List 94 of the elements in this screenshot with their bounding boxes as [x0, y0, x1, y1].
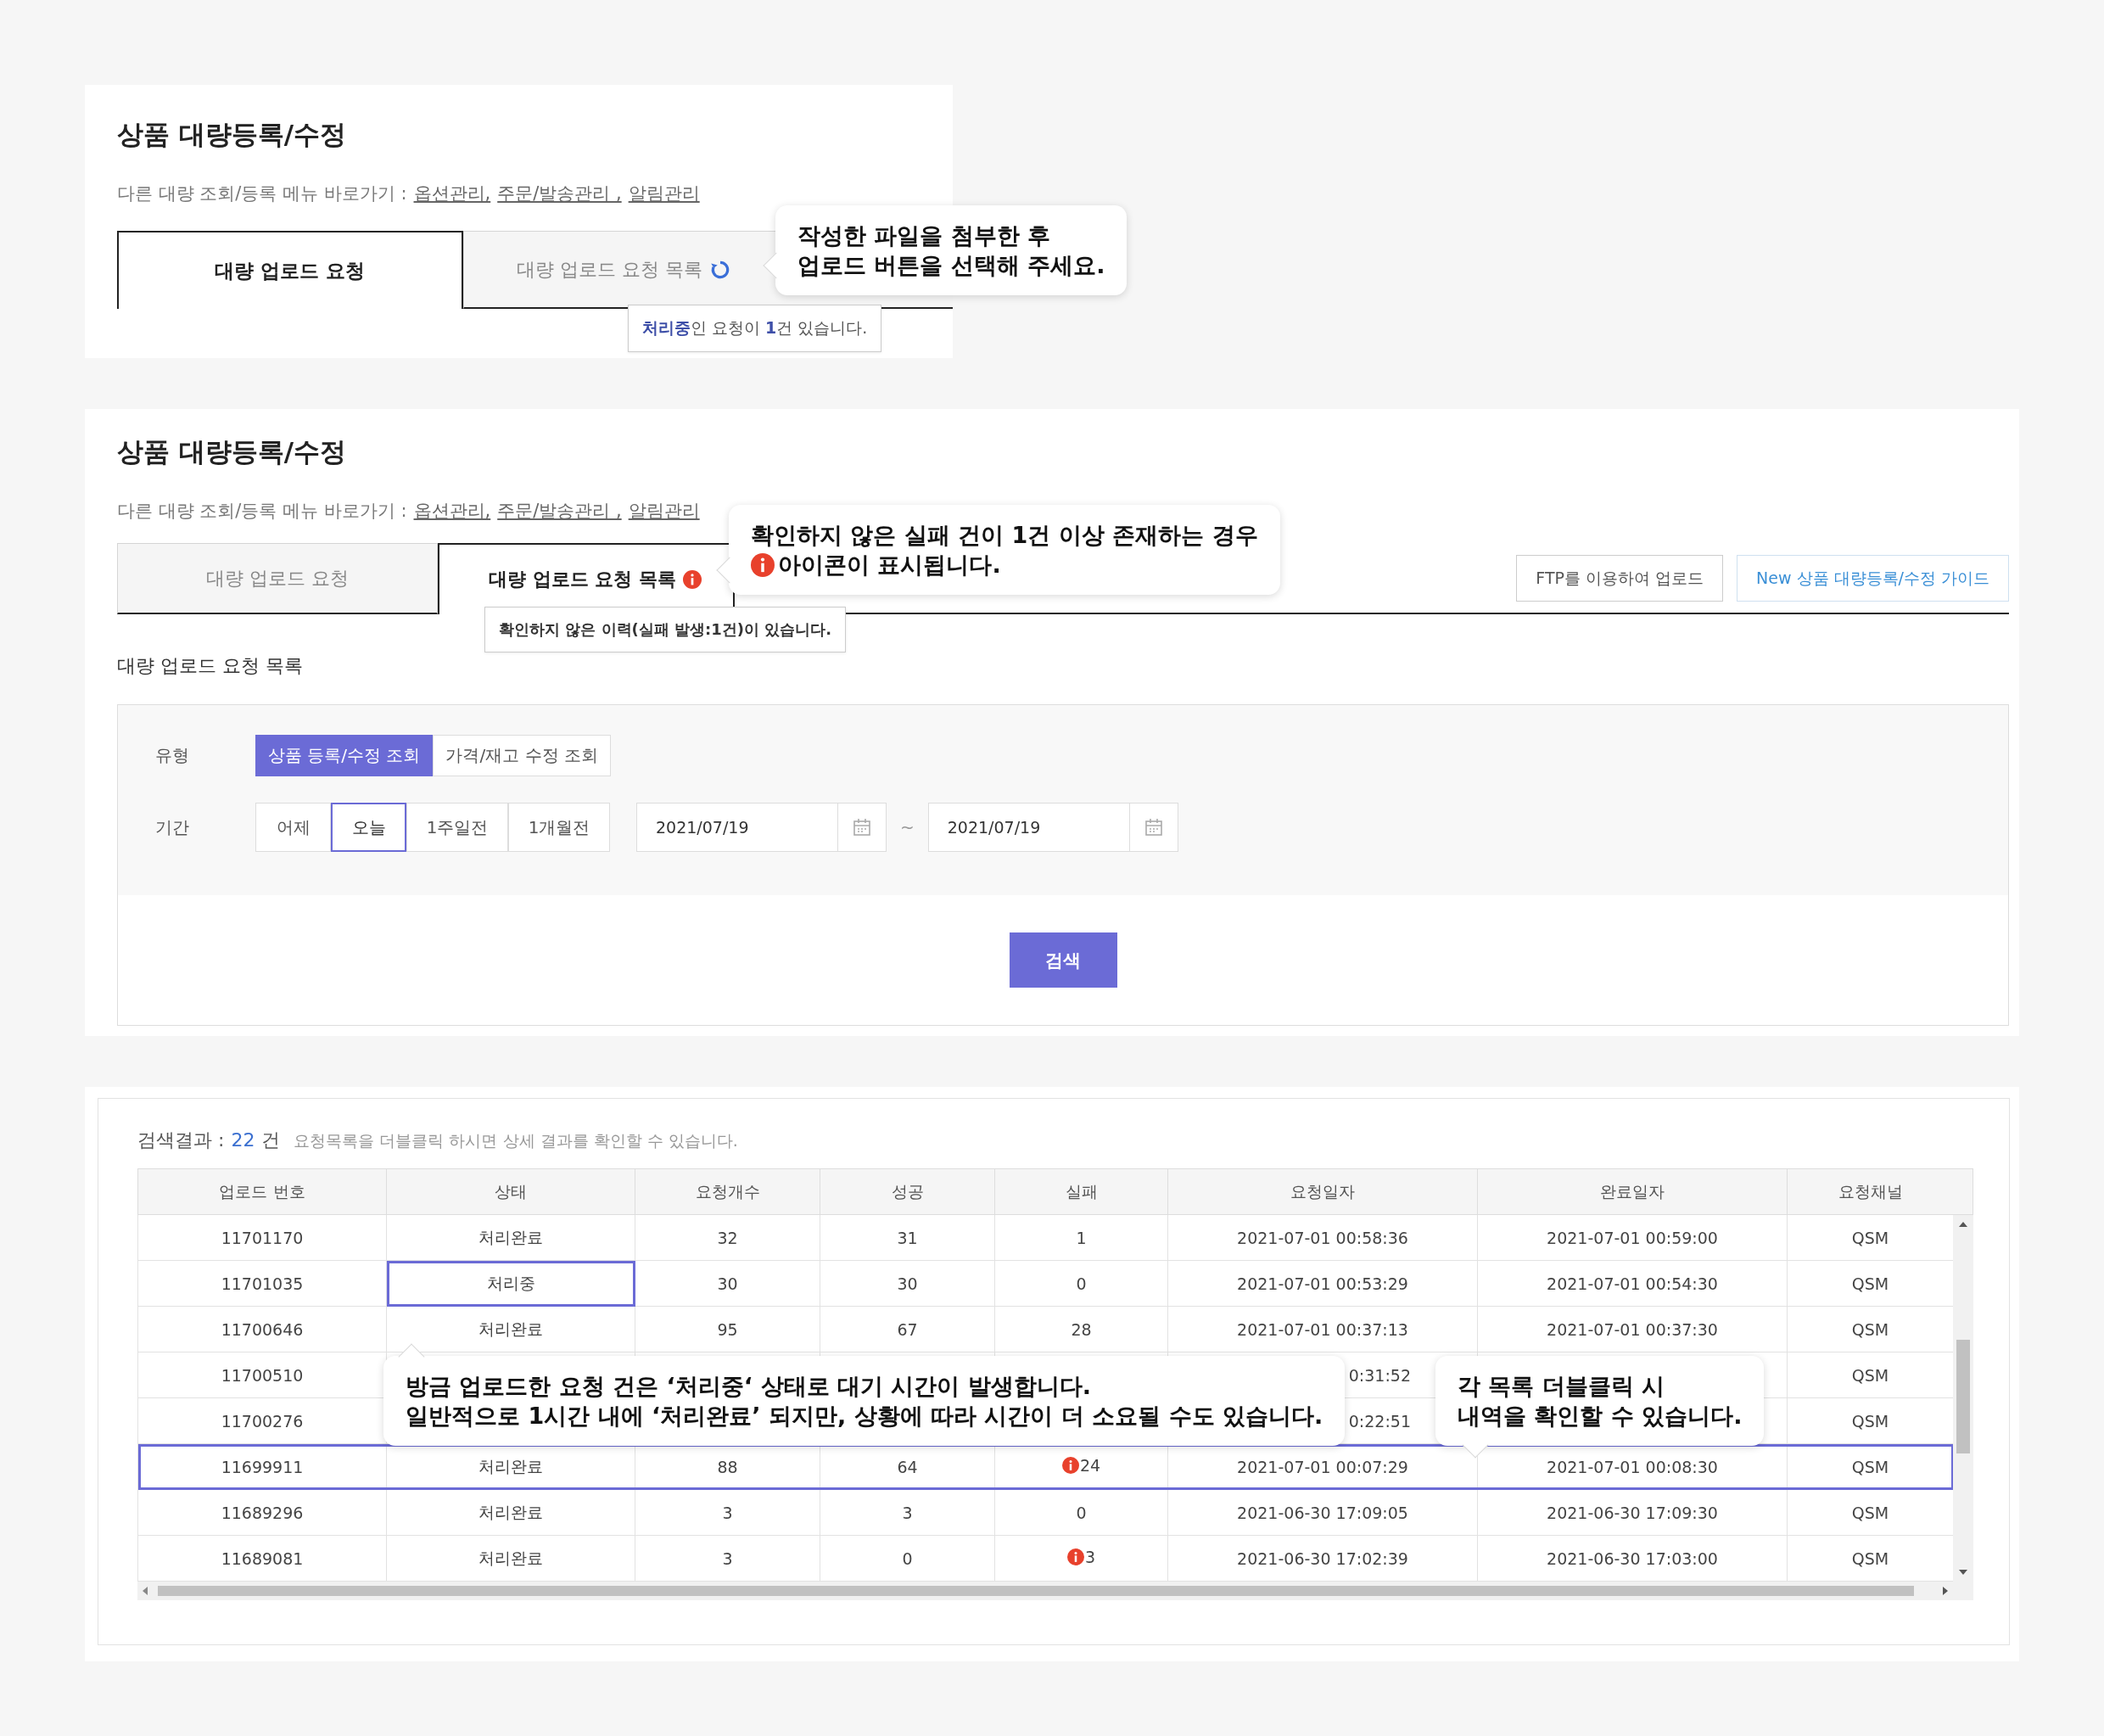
- calendar-button[interactable]: [838, 803, 887, 852]
- table-cell: 0: [820, 1535, 995, 1582]
- table-cell: 28: [994, 1306, 1168, 1352]
- period-option[interactable]: 1주일전: [406, 803, 508, 852]
- table-cell: 1: [994, 1214, 1168, 1261]
- table-cell: 2021-07-01 00:37:13: [1167, 1306, 1478, 1352]
- table-cell: 2021-07-01 00:53:29: [1167, 1260, 1478, 1307]
- table-cell: 30: [635, 1260, 820, 1307]
- tooltip: 확인하지 않은 이력(실패 발생:1건)이 있습니다.: [484, 607, 847, 652]
- type-option[interactable]: 상품 등록/수정 조회: [255, 735, 434, 776]
- calendar-button[interactable]: [1129, 803, 1178, 852]
- filter-label: 유형: [155, 744, 190, 767]
- table-cell: 처리완료: [386, 1535, 635, 1582]
- table-row[interactable]: 11689296 처리완료 3 3 0 2021-06-30 17:09:05 2021-06-30 17:09:30 QSM: [137, 1489, 1954, 1536]
- shortcut-link[interactable]: 주문/발송관리 ,: [497, 499, 622, 523]
- page-title: 상품 대량등록/수정: [117, 435, 348, 468]
- table-row[interactable]: 11701170 처리완료 32 31 1 2021-07-01 00:58:36 2021-07-01 00:59:00 QSM: [137, 1214, 1954, 1261]
- calendar-icon: [852, 817, 872, 837]
- table-cell: 3: [635, 1489, 820, 1536]
- table-cell: 11689081: [137, 1535, 387, 1582]
- table-cell: 11700646: [137, 1306, 387, 1352]
- result-unit: 건: [261, 1128, 281, 1152]
- shortcut-link[interactable]: 옵션관리,: [413, 499, 491, 523]
- callout-text: 아이콘이 표시됩니다.: [778, 551, 1001, 580]
- horizontal-scrollbar[interactable]: [137, 1582, 1973, 1600]
- table-cell: 처리중: [386, 1260, 635, 1307]
- alert-icon: [683, 570, 702, 589]
- start-date-field[interactable]: 2021/07/19: [636, 803, 838, 852]
- shortcut-link[interactable]: 옵션관리,: [413, 182, 491, 205]
- table-cell: 2021-07-01 00:58:36: [1167, 1214, 1478, 1261]
- column-header[interactable]: 상태: [386, 1168, 635, 1215]
- period-option[interactable]: 어제: [255, 803, 331, 852]
- table-cell: 2021-06-30 17:02:39: [1167, 1535, 1478, 1582]
- column-header[interactable]: 요청채널: [1787, 1168, 1954, 1215]
- result-label: 검색결과 :: [137, 1128, 225, 1152]
- table-cell: 3: [820, 1489, 995, 1536]
- column-header[interactable]: 성공: [820, 1168, 995, 1215]
- table-cell: 2021-06-30 17:03:00: [1477, 1535, 1788, 1582]
- callout-text: 확인하지 않은 실패 건이 1건 이상 존재하는 경우: [751, 521, 1258, 550]
- tab[interactable]: 대량 업로드 요청 목록: [438, 543, 735, 614]
- result-count: 22: [231, 1129, 255, 1151]
- table-cell: 처리완료: [386, 1489, 635, 1536]
- callout-text: 방금 업로드한 요청 건은 ‘처리중‘ 상태로 대기 시간이 발생합니다.: [406, 1372, 1091, 1401]
- shortcut-link[interactable]: 알림관리: [628, 182, 700, 205]
- tooltip: 처리중인 요청이 1건 있습니다.: [628, 305, 882, 352]
- table-cell: 31: [820, 1214, 995, 1261]
- table-cell: 95: [635, 1306, 820, 1352]
- column-header[interactable]: 완료일자: [1477, 1168, 1788, 1215]
- column-header[interactable]: 요청일자: [1167, 1168, 1478, 1215]
- table-row[interactable]: 11699911 처리완료 88 64 24 2021-07-01 00:07:29 2021-07-01 00:08:30 QSM: [137, 1443, 1954, 1490]
- shortcut-link[interactable]: 알림관리: [628, 499, 700, 523]
- type-option[interactable]: 가격/재고 수정 조회: [433, 735, 611, 776]
- column-header[interactable]: 실패: [994, 1168, 1168, 1215]
- table-cell: 0: [994, 1260, 1168, 1307]
- guide-button[interactable]: New 상품 대량등록/수정 가이드: [1737, 555, 2009, 602]
- table-cell: 처리완료: [386, 1214, 635, 1261]
- fail-count: 3: [1084, 1548, 1096, 1566]
- column-header[interactable]: 요청개수: [635, 1168, 820, 1215]
- upload-button[interactable]: FTP를 이용하여 업로드: [1516, 555, 1724, 602]
- section-subtitle: 대량 업로드 요청 목록: [117, 654, 304, 678]
- period-option[interactable]: 1개월전: [508, 803, 610, 852]
- table-cell: 30: [820, 1260, 995, 1307]
- table-row[interactable]: 11689081 처리완료 3 0 3 2021-06-30 17:02:39 2021-06-30 17:03:00 QSM: [137, 1535, 1954, 1582]
- table-cell: 0: [994, 1489, 1168, 1536]
- filter-label: 기간: [155, 815, 190, 839]
- shortcut-label: 다른 대량 조회/등록 메뉴 바로가기 :: [117, 182, 407, 205]
- tab[interactable]: 대량 업로드 요청: [117, 231, 463, 309]
- search-button[interactable]: 검색: [1009, 932, 1117, 988]
- result-hint: 요청목록을 더블클릭 하시면 상세 결과를 확인할 수 있습니다.: [294, 1130, 738, 1151]
- shortcut-link[interactable]: 주문/발송관리 ,: [497, 182, 622, 205]
- table-cell: 11701035: [137, 1260, 387, 1307]
- table-cell: 11689296: [137, 1489, 387, 1536]
- table-cell: 11699911: [137, 1443, 387, 1490]
- alert-icon: [751, 552, 775, 577]
- table-row[interactable]: 11700646 처리완료 95 67 28 2021-07-01 00:37:13 2021-07-01 00:37:30 QSM: [137, 1306, 1954, 1352]
- table-cell: 2021-07-01 00:54:30: [1477, 1260, 1788, 1307]
- period-option[interactable]: 오늘: [331, 803, 406, 852]
- fail-count: 24: [1079, 1456, 1101, 1475]
- range-separator: ~: [900, 817, 915, 837]
- end-date-field[interactable]: 2021/07/19: [927, 803, 1130, 852]
- page-title: 상품 대량등록/수정: [117, 118, 348, 151]
- table-cell: 32: [635, 1214, 820, 1261]
- table-row[interactable]: 11701035 처리중 30 30 0 2021-07-01 00:53:29 2021-07-01 00:54:30 QSM: [137, 1260, 1954, 1307]
- vertical-scrollbar[interactable]: [1953, 1215, 1973, 1582]
- table-cell: 2021-07-01 00:59:00: [1477, 1214, 1788, 1261]
- table-cell: 67: [820, 1306, 995, 1352]
- table-cell: 2021-06-30 17:09:30: [1477, 1489, 1788, 1536]
- calendar-icon: [1143, 817, 1164, 837]
- shortcut-label: 다른 대량 조회/등록 메뉴 바로가기 :: [117, 500, 407, 523]
- column-header[interactable]: 업로드 번호: [137, 1168, 387, 1215]
- table-cell: 2021-07-01 00:37:30: [1477, 1306, 1788, 1352]
- table-cell: 11701170: [137, 1214, 387, 1261]
- table-cell: 2021-06-30 17:09:05: [1167, 1489, 1478, 1536]
- table-cell: 3: [635, 1535, 820, 1582]
